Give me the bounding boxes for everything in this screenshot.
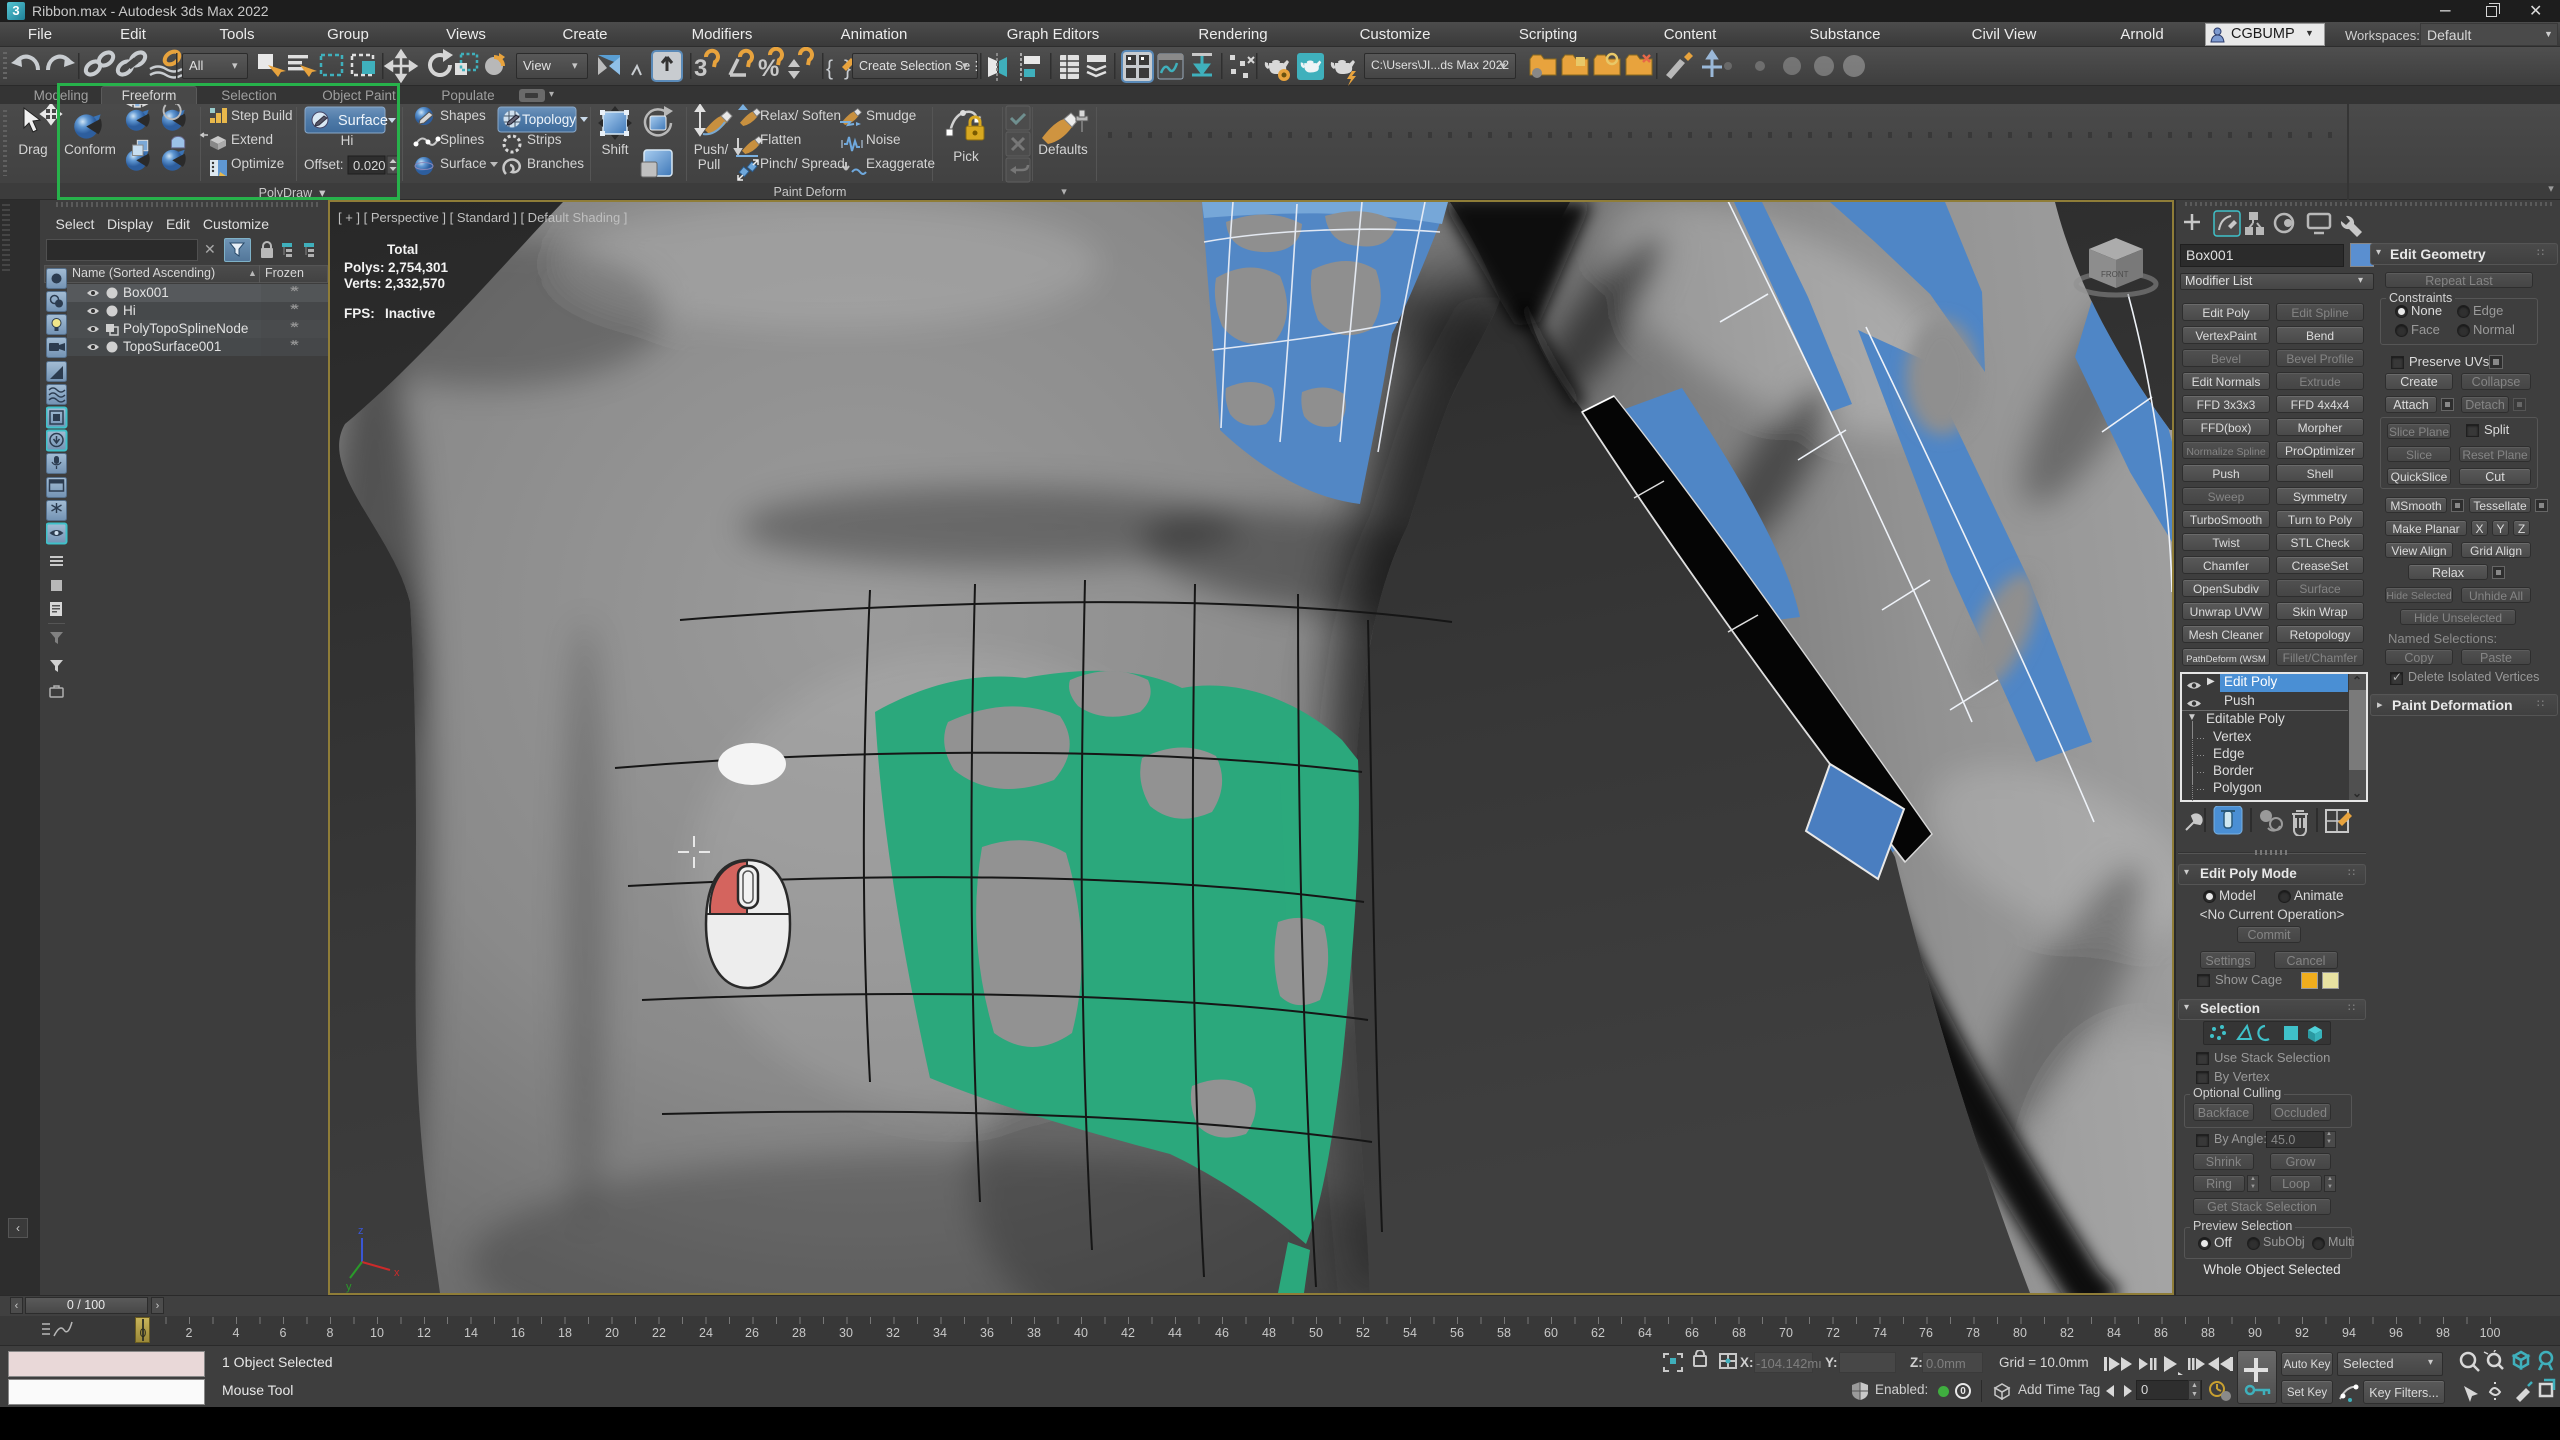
svg-text:Topology: Topology bbox=[522, 112, 576, 127]
svg-text:%: % bbox=[758, 55, 779, 82]
svg-text:[ + ] [ Perspective ] [ Standa: [ + ] [ Perspective ] [ Standard ] [ Def… bbox=[338, 210, 627, 225]
svg-text:y: y bbox=[346, 1281, 352, 1293]
svg-text:Inactive: Inactive bbox=[385, 306, 436, 321]
svg-text:2,754,301: 2,754,301 bbox=[388, 260, 449, 275]
svg-text:FPS:: FPS: bbox=[344, 306, 375, 321]
svg-text:Polys:: Polys: bbox=[344, 260, 385, 275]
svg-text:Verts:: Verts: bbox=[344, 276, 382, 291]
svg-text:FRONT: FRONT bbox=[2101, 270, 2129, 279]
svg-text:Total: Total bbox=[387, 242, 418, 257]
svg-text:z: z bbox=[358, 1225, 364, 1237]
svg-text:2,332,570: 2,332,570 bbox=[385, 276, 445, 291]
svg-text:{: { bbox=[826, 57, 833, 80]
svg-text:x: x bbox=[394, 1267, 400, 1279]
svg-text:3: 3 bbox=[694, 55, 707, 82]
